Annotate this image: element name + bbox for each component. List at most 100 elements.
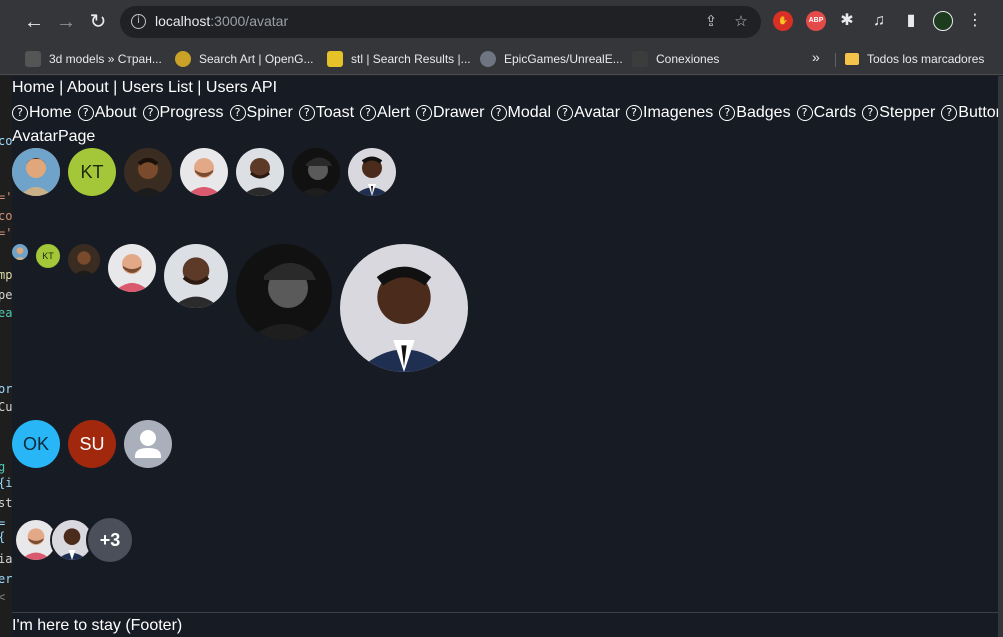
avatar-photo-curly xyxy=(12,244,28,260)
avatar-initials-su: SU xyxy=(68,420,116,468)
component-link-progress[interactable]: ? Progress xyxy=(142,104,224,122)
more-count-label: +3 xyxy=(99,529,121,550)
share-icon[interactable]: ⇪ xyxy=(702,13,720,31)
background-editor-strip: co =' co =' mp pe ea or Cu g {i st ={ ia… xyxy=(0,76,12,637)
bookmark-label: 3d models » Стран... xyxy=(49,52,162,66)
reload-icon[interactable]: ↻ xyxy=(87,11,109,33)
nav-separator: | xyxy=(192,79,206,96)
avatar-initials: KT xyxy=(42,251,54,261)
component-link-spiner[interactable]: ? Spiner xyxy=(229,104,293,122)
component-link-label: Button xyxy=(958,104,1003,121)
avatar-initials: KT xyxy=(80,161,104,182)
question-circle-icon: ? xyxy=(862,105,879,121)
bookmark-star-icon[interactable]: ☆ xyxy=(732,13,750,31)
component-link-avatar[interactable]: ? Avatar xyxy=(557,104,620,122)
question-circle-icon: ? xyxy=(360,105,377,121)
bookmark-label: Conexiones xyxy=(656,52,720,66)
component-link-badges[interactable]: ? Badges xyxy=(719,104,791,122)
component-link-toast[interactable]: ? Toast xyxy=(298,104,355,122)
avatar-initials-kt: KT xyxy=(68,148,116,196)
nav-link-users-list[interactable]: Users List xyxy=(122,79,193,96)
extensions-puzzle-icon[interactable]: ✱ xyxy=(836,10,858,32)
bookmark-item[interactable]: stl | Search Results |... xyxy=(327,49,471,69)
component-link-button[interactable]: ? Button xyxy=(941,104,1003,122)
browser-toolbar: ← → ↻ i localhost:3000/avatar ⇪ ☆ ✋ ABP … xyxy=(0,0,1003,43)
address-bar[interactable]: i localhost:3000/avatar ⇪ ☆ xyxy=(120,6,761,38)
component-link-label: Badges xyxy=(736,104,791,121)
component-link-label: Cards xyxy=(813,104,857,121)
page-viewport: co =' co =' mp pe ea or Cu g {i st ={ ia… xyxy=(0,76,1003,637)
bookmark-favicon-icon xyxy=(25,51,41,67)
component-link-home[interactable]: ? Home xyxy=(12,104,72,122)
component-link-label: Avatar xyxy=(574,104,621,121)
avatar-photo-smiling xyxy=(124,148,172,196)
nav-link-users-api[interactable]: Users API xyxy=(206,79,277,96)
bookmarks-divider xyxy=(835,53,836,67)
avatar-photo-cap-bw xyxy=(236,244,332,340)
component-link-alert[interactable]: ? Alert xyxy=(360,104,410,122)
question-circle-icon: ? xyxy=(229,105,246,121)
question-circle-icon: ? xyxy=(719,105,736,121)
component-link-drawer[interactable]: ? Drawer xyxy=(415,104,485,122)
url-host: localhost xyxy=(155,13,211,29)
bookmark-label: Search Art | OpenG... xyxy=(199,52,314,66)
github-favicon-icon xyxy=(480,51,496,67)
avatar-initials: SU xyxy=(79,433,105,454)
stop-extension-icon[interactable]: ✋ xyxy=(773,11,793,31)
nav-link-about[interactable]: About xyxy=(67,79,109,96)
bookmark-item[interactable]: Conexiones xyxy=(632,49,719,69)
forward-arrow-icon[interactable]: → xyxy=(55,11,77,33)
avatar-initials-ok: OK xyxy=(12,420,60,468)
component-link-about[interactable]: ? About xyxy=(77,104,137,122)
component-link-modal[interactable]: ? Modal xyxy=(490,104,551,122)
component-nav: ? Home ? About ? Progress ? Spiner ? Toast ? A… xyxy=(12,104,1003,122)
nav-separator: | xyxy=(108,79,122,96)
avatar-photo-cap-bw xyxy=(292,148,340,196)
all-bookmarks-label: Todos los marcadores xyxy=(867,52,985,66)
component-link-label: Alert xyxy=(377,104,410,121)
page-title: AvatarPage xyxy=(12,128,96,145)
bookmark-item[interactable]: 3d models » Стран... xyxy=(25,49,162,69)
profile-avatar-icon[interactable] xyxy=(933,11,953,31)
bookmark-item[interactable]: Search Art | OpenG... xyxy=(175,49,314,69)
component-link-imagenes[interactable]: ? Imagenes xyxy=(626,104,713,122)
back-arrow-icon[interactable]: ← xyxy=(23,11,45,33)
bookmark-label: EpicGames/UnrealE... xyxy=(504,52,623,66)
avatar-group-more-count[interactable]: +3 xyxy=(86,516,134,564)
avatar-initials: OK xyxy=(22,433,49,454)
bookmark-favicon-icon xyxy=(175,51,191,67)
question-circle-icon: ? xyxy=(142,105,159,121)
page-footer: I'm here to stay (Footer) xyxy=(12,617,183,634)
nav-link-home[interactable]: Home xyxy=(12,79,55,96)
avatar-initials-kt: KT xyxy=(36,244,60,268)
component-link-label: About xyxy=(94,104,137,121)
question-circle-icon: ? xyxy=(415,105,432,121)
question-circle-icon: ? xyxy=(557,105,574,121)
bookmarks-bar: 3d models » Стран... Search Art | OpenG.… xyxy=(0,43,1003,75)
component-link-label: Toast xyxy=(315,104,355,121)
bookmark-favicon-icon xyxy=(327,51,343,67)
epic-favicon-icon xyxy=(632,51,648,67)
component-link-label: Spiner xyxy=(246,104,293,121)
component-link-label: Drawer xyxy=(432,104,485,121)
question-circle-icon: ? xyxy=(490,105,507,121)
component-link-stepper[interactable]: ? Stepper xyxy=(862,104,935,122)
media-control-icon[interactable]: ♫ xyxy=(868,10,890,32)
question-circle-icon: ? xyxy=(77,105,94,121)
question-circle-icon: ? xyxy=(298,105,315,121)
side-panel-icon[interactable]: ▮ xyxy=(900,10,922,32)
all-bookmarks-folder[interactable]: Todos los marcadores xyxy=(845,49,984,69)
nav-separator: | xyxy=(54,79,67,96)
question-circle-icon: ? xyxy=(12,105,28,121)
bookmark-item[interactable]: EpicGames/UnrealE... xyxy=(480,49,623,69)
component-link-cards[interactable]: ? Cards xyxy=(796,104,857,122)
browser-menu-icon[interactable]: ⋮ xyxy=(964,10,986,32)
site-info-icon[interactable]: i xyxy=(131,14,146,29)
bookmarks-overflow-icon[interactable]: » xyxy=(812,49,820,65)
avatar-photo-smiling xyxy=(68,244,100,276)
avatar-photo-man xyxy=(236,148,284,196)
avatar-photo-curly xyxy=(12,148,60,196)
adblock-extension-icon[interactable]: ABP xyxy=(806,11,826,31)
component-link-label: Progress xyxy=(159,104,224,121)
address-url[interactable]: localhost:3000/avatar xyxy=(155,13,288,29)
